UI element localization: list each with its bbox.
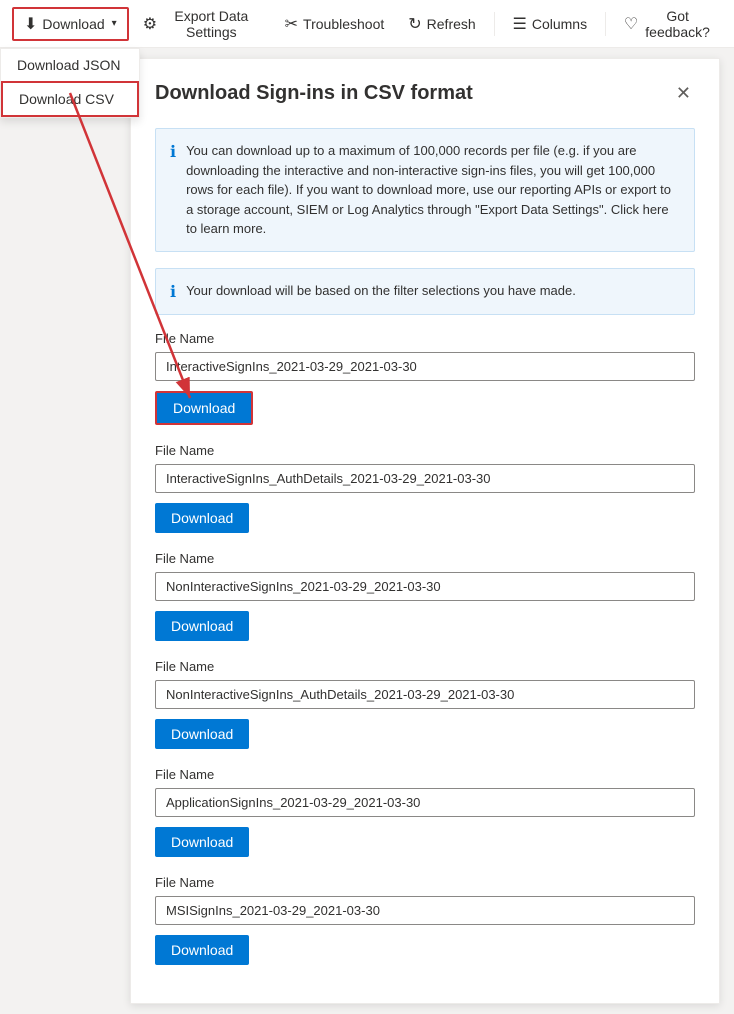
file-input-3[interactable]	[155, 680, 695, 709]
modal-panel: Download Sign-ins in CSV format ✕ ℹ You …	[130, 58, 720, 1004]
file-sections: File NameDownloadFile NameDownloadFile N…	[155, 331, 695, 965]
file-label-2: File Name	[155, 551, 695, 566]
download-json-item[interactable]: Download JSON	[1, 49, 139, 81]
refresh-button[interactable]: ↻ Refresh	[398, 9, 485, 39]
modal-title: Download Sign-ins in CSV format	[155, 82, 473, 105]
download-file-button-3[interactable]: Download	[155, 719, 249, 749]
refresh-label: Refresh	[427, 16, 476, 32]
close-button[interactable]: ✕	[672, 79, 695, 108]
file-label-1: File Name	[155, 443, 695, 458]
chevron-down-icon: ▾	[112, 18, 117, 29]
info-box-1: ℹ You can download up to a maximum of 10…	[155, 128, 695, 252]
download-file-button-2[interactable]: Download	[155, 611, 249, 641]
file-input-2[interactable]	[155, 572, 695, 601]
download-file-button-0[interactable]: Download	[155, 391, 253, 425]
file-input-4[interactable]	[155, 788, 695, 817]
download-file-button-4[interactable]: Download	[155, 827, 249, 857]
file-section-0: File Name Download	[155, 331, 695, 425]
download-icon: ⬇	[24, 14, 37, 34]
file-input-0[interactable]	[155, 352, 695, 381]
columns-icon: ☰	[512, 14, 526, 34]
file-input-1[interactable]	[155, 464, 695, 493]
export-data-settings-button[interactable]: ⚙ Export Data Settings	[133, 3, 271, 45]
feedback-button[interactable]: ♡ Got feedback?	[614, 3, 722, 45]
main-content: Download Sign-ins in CSV format ✕ ℹ You …	[0, 48, 734, 1014]
file-label-0: File Name	[155, 331, 695, 346]
download-csv-item[interactable]: Download CSV	[1, 81, 139, 117]
file-section-3: File Name Download	[155, 659, 695, 749]
wrench-icon: ✂	[285, 14, 298, 34]
columns-button[interactable]: ☰ Columns	[502, 9, 597, 39]
file-section-1: File Name Download	[155, 443, 695, 533]
file-section-5: File Name Download	[155, 875, 695, 965]
info-text-2: Your download will be based on the filte…	[186, 281, 576, 301]
download-dropdown: Download JSON Download CSV	[0, 48, 140, 118]
file-section-4: File Name Download	[155, 767, 695, 857]
export-label: Export Data Settings	[162, 8, 261, 40]
settings-icon: ⚙	[143, 14, 157, 34]
feedback-label: Got feedback?	[643, 8, 712, 40]
file-label-5: File Name	[155, 875, 695, 890]
info-icon-2: ℹ	[170, 282, 176, 302]
download-file-button-5[interactable]: Download	[155, 935, 249, 965]
download-label: Download	[42, 16, 104, 32]
refresh-icon: ↻	[408, 14, 421, 34]
columns-label: Columns	[532, 16, 587, 32]
info-box-2: ℹ Your download will be based on the fil…	[155, 268, 695, 315]
troubleshoot-label: Troubleshoot	[303, 16, 384, 32]
info-text-1: You can download up to a maximum of 100,…	[186, 141, 680, 239]
divider2	[605, 12, 606, 36]
info-icon-1: ℹ	[170, 142, 176, 162]
download-file-button-1[interactable]: Download	[155, 503, 249, 533]
troubleshoot-button[interactable]: ✂ Troubleshoot	[275, 9, 395, 39]
file-section-2: File Name Download	[155, 551, 695, 641]
modal-header: Download Sign-ins in CSV format ✕	[155, 79, 695, 108]
divider	[494, 12, 495, 36]
heart-icon: ♡	[624, 14, 638, 34]
toolbar: ⬇ Download ▾ ⚙ Export Data Settings ✂ Tr…	[0, 0, 734, 48]
file-label-4: File Name	[155, 767, 695, 782]
download-button[interactable]: ⬇ Download ▾	[12, 7, 129, 41]
file-label-3: File Name	[155, 659, 695, 674]
